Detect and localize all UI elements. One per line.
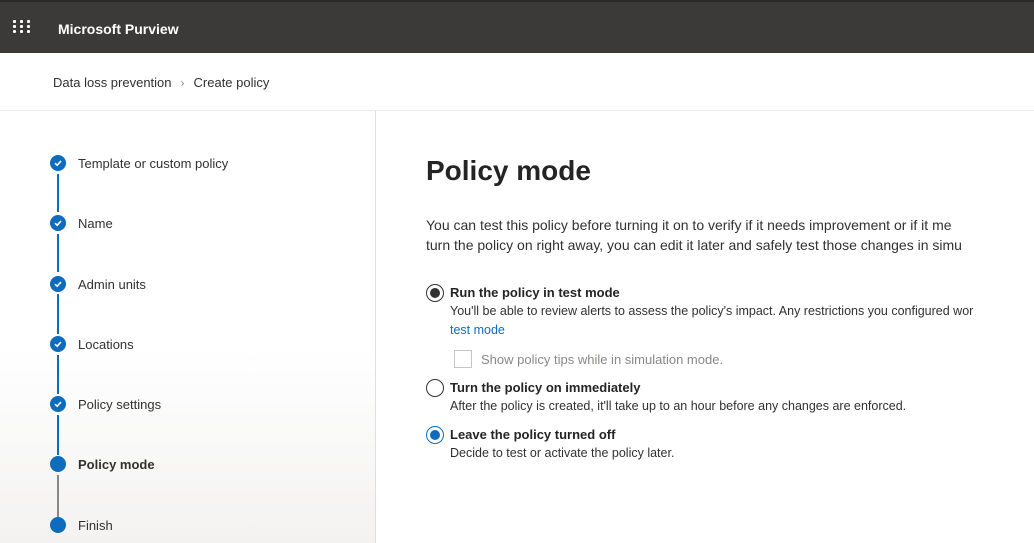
step-admin-units[interactable]: Admin units bbox=[50, 276, 146, 292]
checkmark-icon bbox=[50, 215, 66, 231]
chevron-right-icon: › bbox=[180, 75, 185, 90]
step-connector bbox=[57, 294, 59, 334]
checkmark-icon bbox=[50, 336, 66, 352]
step-finish: Finish bbox=[50, 517, 113, 533]
step-label: Policy mode bbox=[78, 456, 155, 472]
breadcrumb-data-loss-prevention[interactable]: Data loss prevention bbox=[53, 75, 172, 90]
checkmark-icon bbox=[50, 396, 66, 412]
top-bar: Microsoft Purview bbox=[0, 0, 1034, 53]
step-locations[interactable]: Locations bbox=[50, 336, 134, 352]
option-description: After the policy is created, it'll take … bbox=[450, 399, 907, 413]
description-line: turn the policy on right away, you can e… bbox=[426, 237, 962, 253]
step-template-or-custom-policy[interactable]: Template or custom policy bbox=[50, 155, 228, 171]
step-policy-settings[interactable]: Policy settings bbox=[50, 396, 161, 412]
step-connector bbox=[57, 355, 59, 394]
option-label: Turn the policy on immediately bbox=[450, 380, 641, 395]
current-step-dot-icon bbox=[50, 456, 66, 472]
step-label: Name bbox=[78, 215, 113, 231]
description-line: You can test this policy before turning … bbox=[426, 217, 952, 233]
step-label: Template or custom policy bbox=[78, 155, 229, 171]
option-label: Run the policy in test mode bbox=[450, 285, 620, 300]
test-mode-link[interactable]: test mode bbox=[450, 323, 505, 337]
app-title[interactable]: Microsoft Purview bbox=[58, 21, 179, 37]
policy-tips-checkbox[interactable] bbox=[454, 350, 472, 368]
checkmark-icon bbox=[50, 276, 66, 292]
step-label: Admin units bbox=[78, 276, 146, 292]
page-title: Policy mode bbox=[426, 155, 591, 186]
step-connector bbox=[57, 234, 59, 272]
breadcrumb-create-policy: Create policy bbox=[193, 75, 270, 90]
radio-test-mode[interactable] bbox=[426, 284, 444, 302]
step-label: Policy settings bbox=[78, 396, 162, 412]
step-label: Finish bbox=[78, 517, 113, 533]
option-description: Decide to test or activate the policy la… bbox=[450, 446, 675, 460]
step-label: Locations bbox=[78, 336, 134, 352]
checkmark-icon bbox=[50, 155, 66, 171]
option-label: Leave the policy turned off bbox=[450, 427, 616, 442]
breadcrumb: Data loss prevention › Create policy bbox=[53, 75, 269, 90]
step-name[interactable]: Name bbox=[50, 215, 113, 231]
upcoming-step-dot-icon bbox=[50, 517, 66, 533]
radio-turn-on-immediately[interactable] bbox=[426, 379, 444, 397]
page-description: You can test this policy before turning … bbox=[426, 215, 962, 255]
simulation-policy-tips-row[interactable]: Show policy tips while in simulation mod… bbox=[454, 350, 723, 368]
checkbox-label: Show policy tips while in simulation mod… bbox=[481, 351, 724, 367]
waffle-icon[interactable] bbox=[13, 20, 30, 33]
step-connector bbox=[57, 415, 59, 455]
option-description: You'll be able to review alerts to asses… bbox=[450, 304, 974, 318]
step-connector bbox=[57, 475, 59, 517]
step-connector bbox=[57, 174, 59, 212]
panel-divider bbox=[375, 111, 376, 543]
main-content: Policy mode You can test this policy bef… bbox=[426, 111, 1034, 543]
radio-leave-off[interactable] bbox=[426, 426, 444, 444]
step-policy-mode[interactable]: Policy mode bbox=[50, 456, 155, 472]
